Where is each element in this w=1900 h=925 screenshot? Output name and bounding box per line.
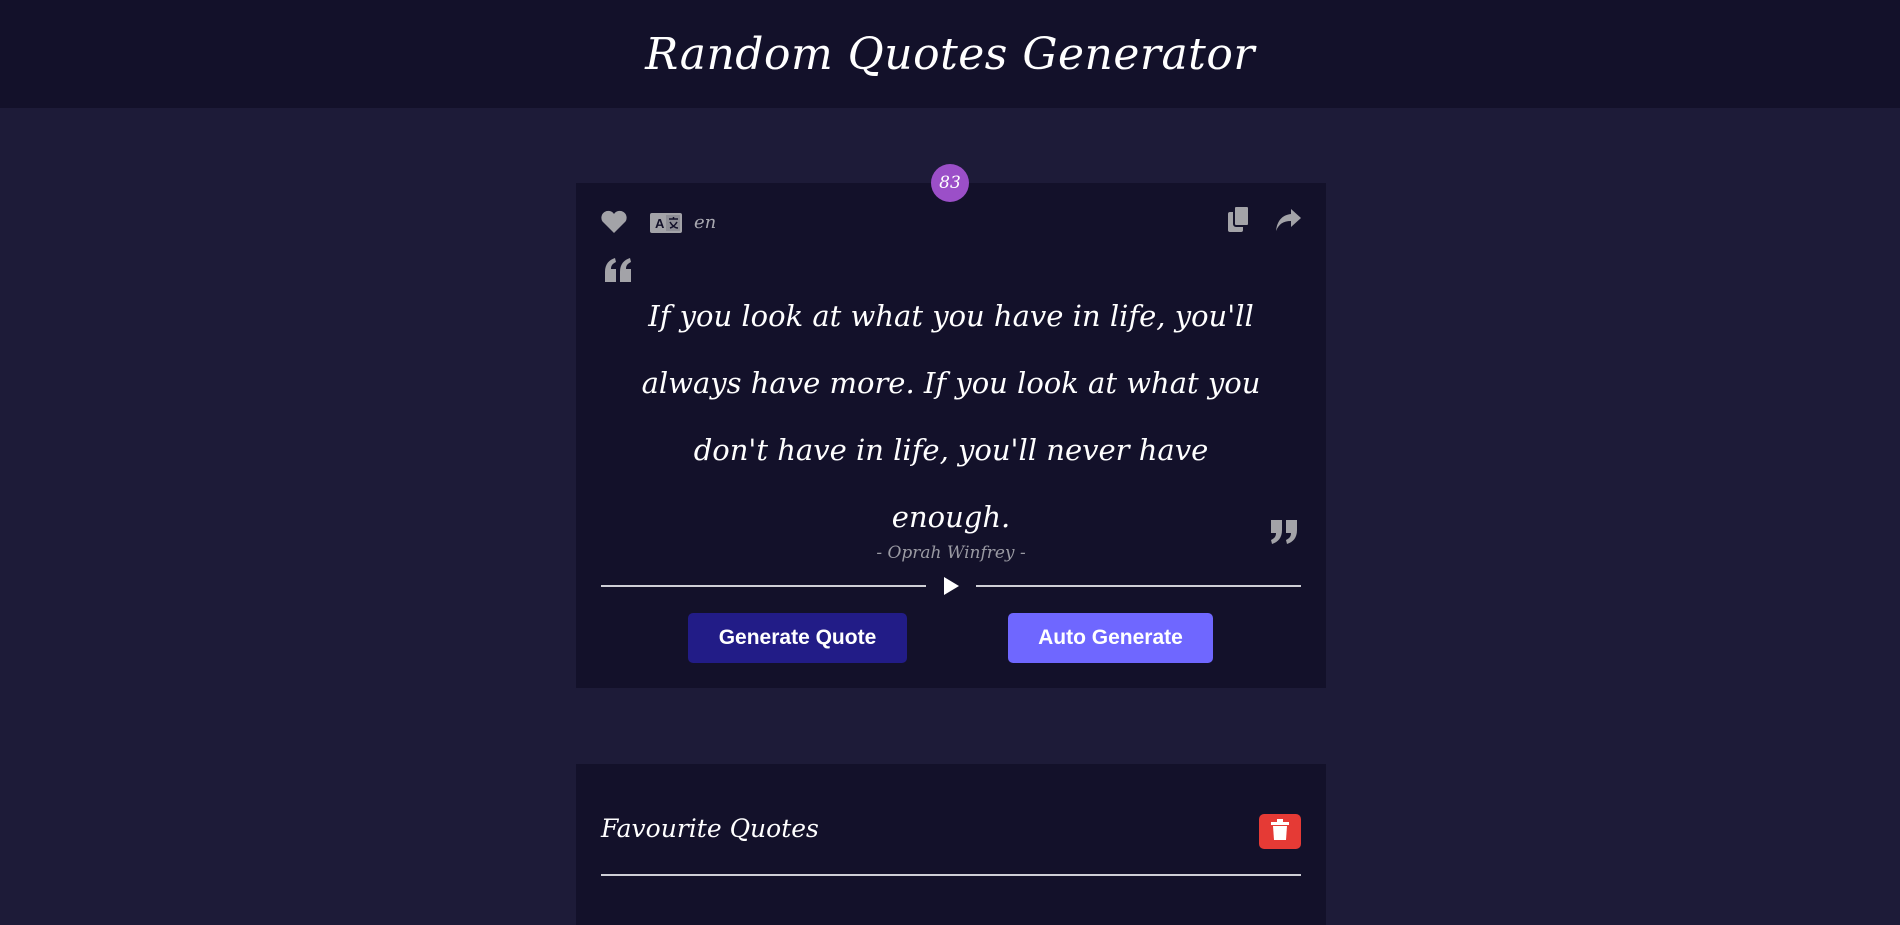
copy-icon[interactable] <box>1228 206 1250 233</box>
share-icon[interactable] <box>1274 208 1302 232</box>
play-icon[interactable] <box>942 576 960 600</box>
svg-text:A: A <box>655 216 665 231</box>
favourite-quotes-panel: Favourite Quotes <box>576 764 1326 925</box>
divider-left <box>601 585 926 587</box>
quote-author: - Oprah Winfrey - <box>876 543 1026 563</box>
language-label: en <box>694 212 717 233</box>
heart-icon[interactable] <box>600 210 628 234</box>
clear-favourites-button[interactable] <box>1259 814 1301 849</box>
auto-generate-button[interactable]: Auto Generate <box>1008 613 1213 663</box>
app-header: Random Quotes Generator <box>0 0 1900 108</box>
divider-right <box>976 585 1301 587</box>
favourites-divider <box>601 874 1301 876</box>
quote-right-icon <box>1269 520 1299 544</box>
translate-icon[interactable]: A <box>650 213 682 233</box>
app-title: Random Quotes Generator <box>645 28 1255 80</box>
quote-count-badge: 83 <box>931 164 969 202</box>
trash-icon <box>1271 819 1289 844</box>
generate-quote-button[interactable]: Generate Quote <box>688 613 907 663</box>
favourite-quotes-title: Favourite Quotes <box>601 814 819 843</box>
quote-left-icon <box>603 258 633 282</box>
quote-card: A en If you look at what you have in lif… <box>576 183 1326 688</box>
quote-text: If you look at what you have in life, yo… <box>641 299 1261 534</box>
